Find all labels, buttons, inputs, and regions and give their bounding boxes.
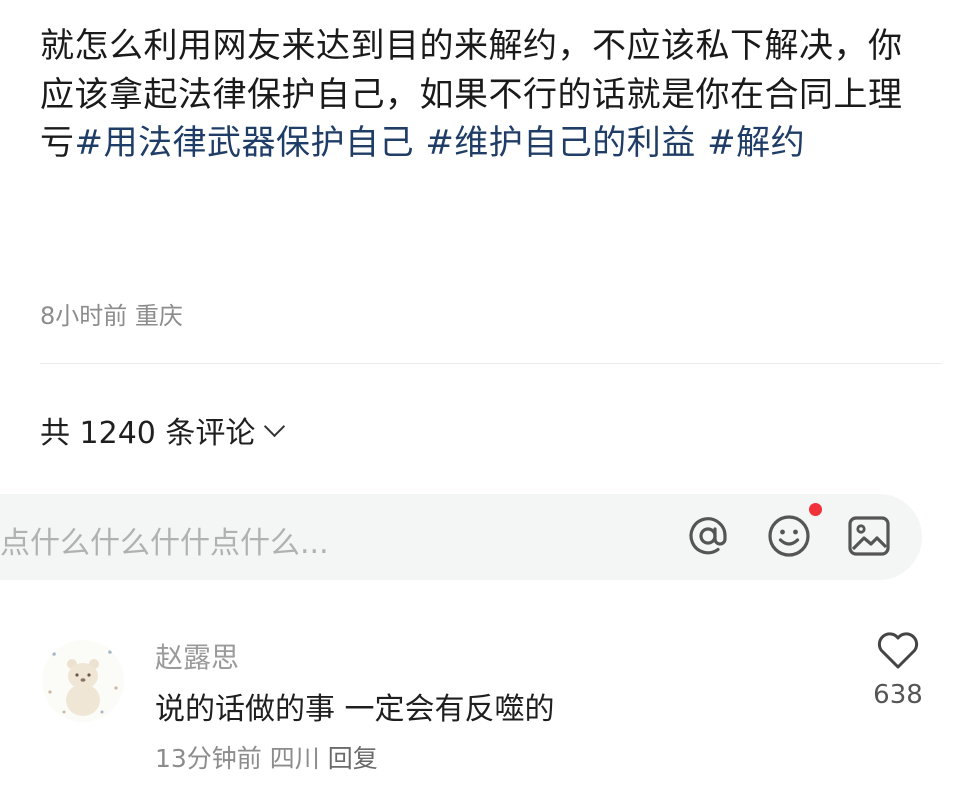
post-body: 就怎么利用网友来达到目的来解约，不应该私下解决，你应该拿起法律保护自己，如果不行…	[40, 22, 920, 168]
comment-meta: 13分钟前 四川 回复	[155, 739, 378, 775]
divider	[40, 363, 942, 364]
post-meta: 8小时前 重庆	[40, 296, 183, 331]
comment-text: 说的话做的事 一定会有反噬的	[155, 692, 555, 727]
post-time: 8小时前	[40, 302, 128, 330]
avatar[interactable]	[42, 640, 124, 722]
reply-button[interactable]: 回复	[328, 744, 378, 773]
comment-time: 13分钟前	[155, 744, 262, 773]
comment-author[interactable]: 赵露思	[155, 636, 239, 676]
chevron-down-icon	[264, 415, 286, 437]
image-icon[interactable]	[845, 512, 893, 560]
bear-avatar-icon	[48, 650, 118, 716]
comment-location: 四川	[269, 744, 320, 773]
comment-input-bar[interactable]: 点什么什么什什点什么...	[0, 494, 922, 580]
hashtag-protect-interests[interactable]: #维护自己的利益	[425, 123, 696, 163]
notification-dot	[809, 503, 822, 516]
at-icon[interactable]	[684, 512, 732, 560]
like-count: 638	[873, 680, 923, 710]
hashtag-legal-weapon[interactable]: #用法律武器保护自己	[75, 123, 415, 163]
post-location: 重庆	[134, 302, 183, 330]
comment-input[interactable]: 点什么什么什什点什么...	[0, 518, 329, 562]
comment-count-toggle[interactable]: 共 1240 条评论	[40, 408, 286, 452]
heart-icon	[877, 632, 919, 669]
comment-count-label: 共 1240 条评论	[40, 416, 256, 451]
emoji-icon[interactable]	[765, 512, 813, 560]
like-button[interactable]: 638	[862, 630, 934, 710]
hashtag-termination[interactable]: #解约	[707, 123, 805, 163]
